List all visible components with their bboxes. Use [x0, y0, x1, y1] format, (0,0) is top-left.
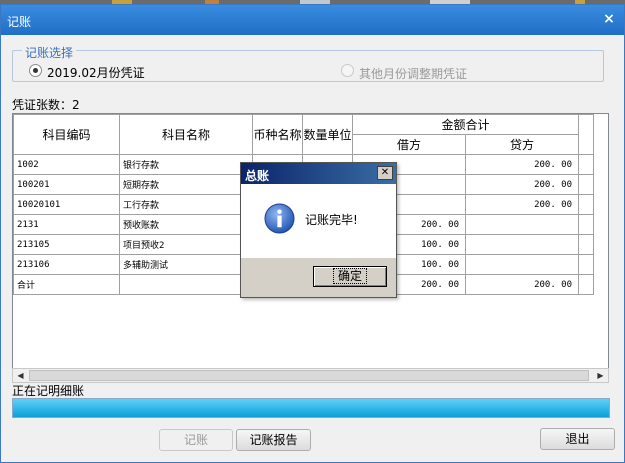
- horizontal-scrollbar[interactable]: ◀ ▶: [12, 368, 609, 383]
- window-close-icon[interactable]: ×: [602, 12, 616, 26]
- cell-extra: [578, 234, 595, 255]
- window-title: 记账: [7, 15, 32, 29]
- header-amount-total[interactable]: 金额合计: [351, 114, 580, 135]
- cell-credit: [464, 234, 580, 255]
- dialog-titlebar: 总账 ✕: [241, 163, 396, 184]
- cell-extra: [578, 154, 595, 175]
- cell-credit: [464, 214, 580, 235]
- info-icon: [264, 203, 295, 234]
- adjust-period-label: 其他月份调整期凭证: [359, 67, 468, 81]
- dialog-message: 记账完毕!: [305, 213, 358, 227]
- cell-name: 项目预收2: [119, 234, 253, 255]
- dialog-close-icon[interactable]: ✕: [377, 166, 393, 180]
- cell-name: 短期存款: [119, 174, 253, 195]
- cell-name: 银行存款: [119, 154, 253, 175]
- cell-extra: [578, 274, 595, 295]
- cell-code: 213105: [13, 234, 120, 255]
- posting-choice-legend: 记账选择: [22, 44, 77, 61]
- exit-button[interactable]: 退出: [540, 428, 615, 450]
- status-label: 正在记明细账: [12, 384, 85, 398]
- cell-credit: [464, 254, 580, 275]
- progress-bar: [12, 398, 610, 418]
- report-button[interactable]: 记账报告: [236, 429, 311, 451]
- cell-code: 合计: [13, 274, 120, 295]
- ok-button-label: 确定: [332, 268, 367, 284]
- dialog-title: 总账: [245, 169, 270, 183]
- cell-code: 2131: [13, 214, 120, 235]
- header-credit[interactable]: 贷方: [464, 134, 580, 155]
- cell-credit: 200. 00: [464, 174, 580, 195]
- scroll-thumb[interactable]: [29, 370, 589, 381]
- scroll-left-icon[interactable]: ◀: [13, 369, 28, 382]
- cell-name: 工行存款: [119, 194, 253, 215]
- cell-credit: 200. 00: [464, 274, 580, 295]
- voucher-count-label: 凭证张数：2: [12, 98, 80, 112]
- cell-credit: 200. 00: [464, 194, 580, 215]
- header-code[interactable]: 科目编码: [13, 114, 120, 155]
- cell-code: 1002: [13, 154, 120, 175]
- cell-code: 213106: [13, 254, 120, 275]
- window-titlebar: 记账 ×: [1, 5, 624, 35]
- cell-extra: [578, 214, 595, 235]
- adjust-period-radio[interactable]: [341, 64, 354, 77]
- cell-name: 多辅助测试: [119, 254, 253, 275]
- dialog-footer: 确定: [241, 258, 396, 297]
- current-month-label: 2019.02月份凭证: [47, 66, 145, 80]
- cell-code: 10020101: [13, 194, 120, 215]
- cell-name: 预收账款: [119, 214, 253, 235]
- cell-extra: [578, 254, 595, 275]
- message-dialog: 总账 ✕ 记账完毕! 确定: [240, 162, 397, 298]
- progress-fill: [13, 399, 609, 417]
- cell-name: [119, 274, 253, 295]
- scroll-right-icon[interactable]: ▶: [593, 369, 608, 382]
- ok-button[interactable]: 确定: [313, 266, 387, 287]
- cell-credit: 200. 00: [464, 154, 580, 175]
- cell-extra: [578, 174, 595, 195]
- header-extra: [578, 114, 595, 155]
- header-currency[interactable]: 币种名称: [252, 114, 303, 155]
- header-name[interactable]: 科目名称: [119, 114, 253, 155]
- header-unit[interactable]: 数量单位: [302, 114, 353, 155]
- post-button[interactable]: 记账: [159, 429, 233, 451]
- cell-extra: [578, 194, 595, 215]
- current-month-radio[interactable]: [29, 64, 42, 77]
- cell-code: 100201: [13, 174, 120, 195]
- header-debit[interactable]: 借方: [352, 134, 466, 155]
